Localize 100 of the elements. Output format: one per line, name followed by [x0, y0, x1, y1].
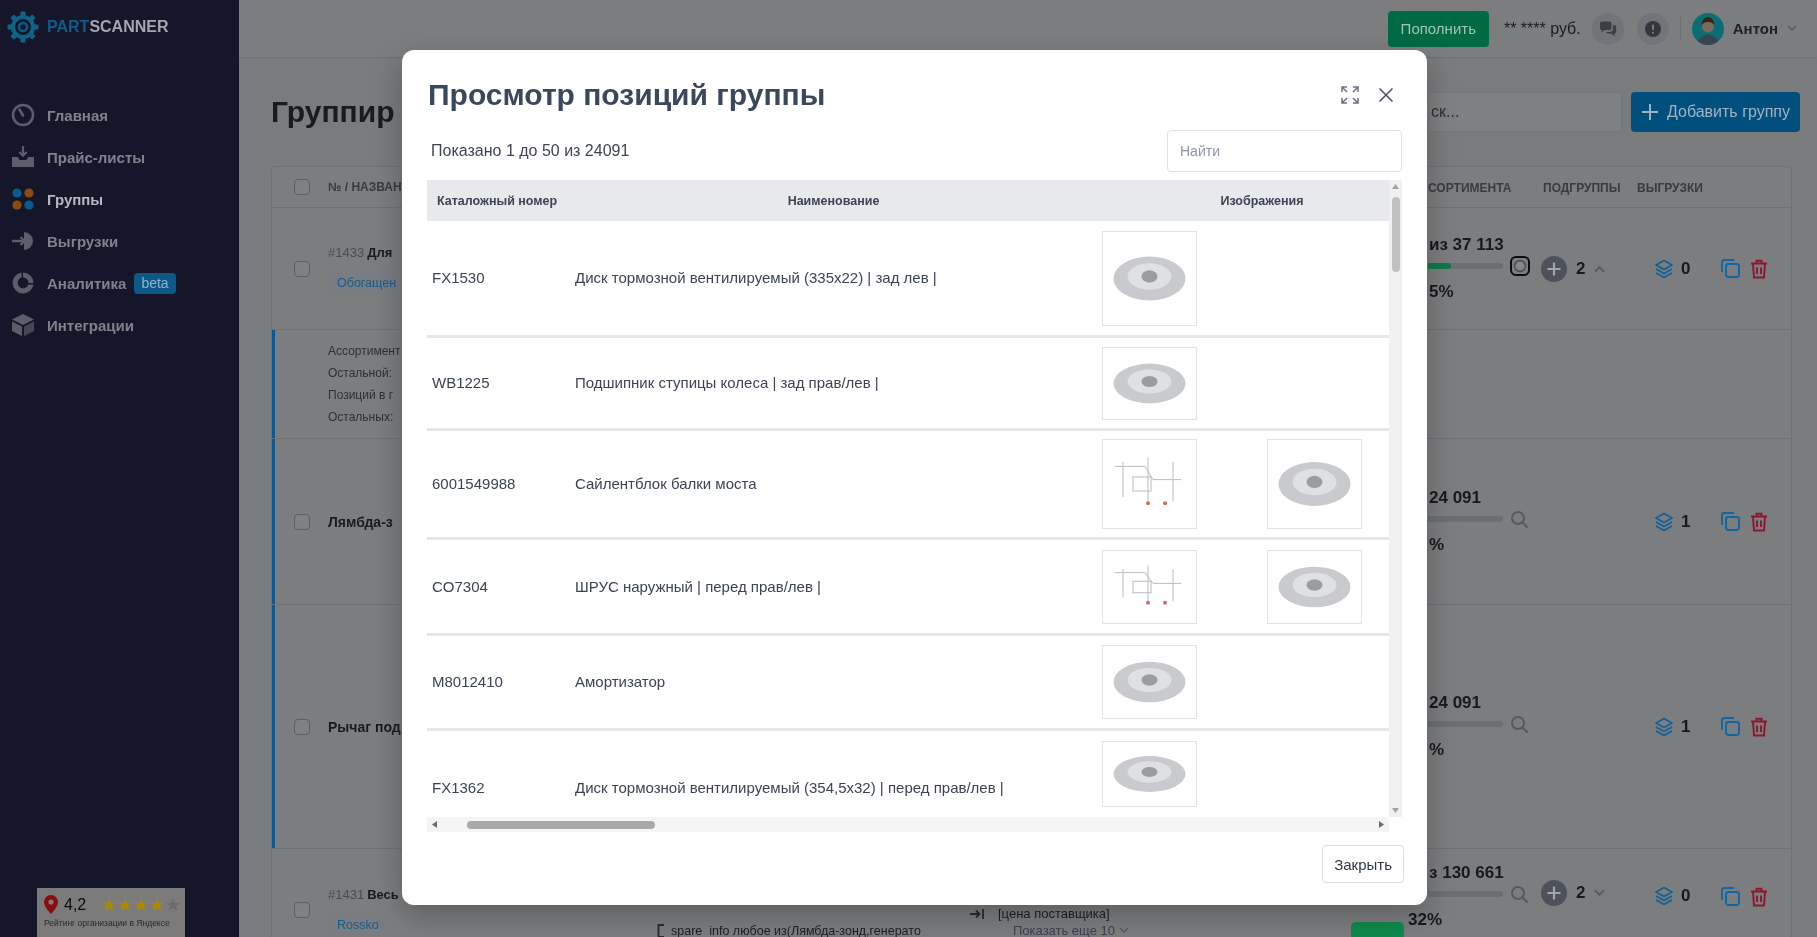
checkbox[interactable]: [294, 179, 310, 195]
trash-icon[interactable]: [1750, 716, 1768, 737]
chat-button[interactable]: [1591, 12, 1624, 45]
price-text: [цена поставщика]: [998, 907, 1110, 921]
column-header: ВЫГРУЗКИ: [1637, 181, 1703, 195]
copy-icon[interactable]: [1720, 258, 1741, 279]
catalog-number: FX1530: [431, 269, 486, 287]
alert-icon: [1644, 20, 1661, 37]
product-name: Амортизатор: [575, 673, 667, 691]
horizontal-scrollbar[interactable]: [427, 817, 1389, 832]
vertical-scrollbar[interactable]: [1389, 180, 1402, 817]
assortment-count: 24 091: [1429, 488, 1481, 507]
dialog-title: Просмотр позиций группы: [428, 77, 827, 113]
column-header: Каталожный номер: [437, 193, 558, 208]
export-count: 0: [1681, 886, 1691, 906]
close-button[interactable]: Закрыть: [1322, 845, 1404, 883]
column-header: Наименование: [787, 193, 880, 208]
trash-icon[interactable]: [1750, 258, 1768, 279]
product-name: Сайлентблок балки моста: [575, 475, 758, 493]
user-menu[interactable]: Антон: [1691, 12, 1797, 45]
plus-circle-icon[interactable]: [1541, 880, 1567, 906]
layers-icon[interactable]: [1654, 258, 1674, 279]
arrow-enter-icon: [11, 229, 35, 253]
nav-item[interactable]: Аналитика beta: [11, 266, 176, 300]
add-group-button[interactable]: Добавить группу: [1631, 92, 1800, 132]
page-title: Группир: [271, 94, 395, 130]
catalog-number: CO7304: [431, 577, 489, 596]
nav-item[interactable]: Интеграции: [11, 308, 134, 342]
copy-icon[interactable]: [1720, 716, 1741, 737]
subgroup-name: Лямбда-з: [328, 513, 393, 530]
column-header: № / НАЗВАН: [328, 180, 402, 194]
search-field[interactable]: ск...: [1430, 92, 1622, 132]
trash-icon[interactable]: [1750, 511, 1768, 532]
rule-text: spare_info любое из(Лямбда-зонд,генерато: [671, 924, 921, 937]
catalog-number: 6001549988: [431, 475, 517, 493]
star-icon: [134, 897, 149, 912]
catalog-number: M8012410: [431, 673, 504, 691]
nav-item[interactable]: Группы: [11, 182, 104, 216]
balance-text: ** **** руб.: [1503, 19, 1581, 38]
top-up-button[interactable]: Пополнить: [1387, 10, 1489, 47]
bracket-icon: [656, 924, 666, 937]
search-icon[interactable]: [1510, 509, 1528, 528]
star-icon: [118, 897, 133, 912]
expand-icon[interactable]: [1341, 86, 1359, 104]
checkbox[interactable]: [294, 902, 310, 918]
scroll-left-icon[interactable]: [432, 821, 437, 828]
group-tag: Rossko: [328, 914, 388, 936]
layers-icon[interactable]: [1654, 511, 1674, 532]
layers-icon[interactable]: [1654, 716, 1674, 737]
chevron-down-icon: [1118, 927, 1129, 934]
show-more-link[interactable]: Показать еще 10: [1013, 924, 1129, 937]
scroll-down-icon[interactable]: [1392, 808, 1399, 813]
assortment-count: 24 091: [1429, 693, 1481, 712]
checkbox[interactable]: [294, 513, 310, 530]
close-icon[interactable]: [1378, 87, 1394, 103]
checkbox[interactable]: [294, 718, 310, 735]
gear-icon: [7, 11, 39, 43]
assortment-percent: %: [1429, 739, 1445, 760]
chevron-down-icon[interactable]: [1594, 889, 1606, 897]
avatar-icon: [1691, 12, 1724, 45]
catalog-number: WB1225: [431, 374, 491, 392]
plus-icon: [1640, 103, 1659, 121]
checkbox[interactable]: [294, 260, 310, 277]
nav-item[interactable]: Прайс-листы: [11, 140, 146, 174]
donut-chart-icon: [11, 271, 35, 295]
catalog-number: FX1362: [431, 779, 486, 797]
search-icon[interactable]: [1510, 885, 1528, 903]
search-icon[interactable]: [1510, 714, 1528, 733]
nav-item[interactable]: Выгрузки: [11, 224, 119, 258]
scrollbar-thumb[interactable]: [1391, 197, 1400, 272]
arrow-to-bar-icon: [969, 908, 985, 920]
layers-icon[interactable]: [1654, 886, 1674, 906]
column-header: ПОДГРУППЫ: [1543, 181, 1621, 195]
chevron-down-icon: [1787, 25, 1797, 32]
product-name: Подшипник ступицы колеса | зад прав/лев |: [575, 374, 880, 392]
scroll-right-icon[interactable]: [1379, 821, 1384, 828]
assortment-count: з 130 661: [1429, 864, 1504, 882]
product-name: ШРУС наружный | перед прав/лев |: [575, 577, 822, 596]
alert-button[interactable]: [1636, 12, 1669, 45]
group-name: Для: [367, 244, 393, 262]
export-count: 0: [1681, 258, 1691, 279]
rating-caption: Рейтинг организации в Яндексе: [44, 918, 171, 928]
beta-badge: beta: [134, 272, 176, 294]
dots-icon: [11, 187, 35, 211]
chevron-up-icon[interactable]: [1594, 264, 1606, 273]
group-tag: Обогащен: [328, 272, 399, 294]
export-count: 1: [1681, 716, 1691, 737]
scrollbar-thumb[interactable]: [467, 820, 655, 829]
nav-item[interactable]: Главная: [11, 98, 108, 132]
column-header: Изображения: [1220, 193, 1304, 208]
copy-icon[interactable]: [1720, 511, 1741, 532]
copy-icon[interactable]: [1720, 886, 1741, 907]
group-name: Весь: [367, 886, 399, 904]
plus-circle-icon[interactable]: [1541, 255, 1567, 282]
focused-circle-button-icon[interactable]: [1510, 255, 1530, 276]
trash-icon[interactable]: [1750, 886, 1768, 907]
scroll-up-icon[interactable]: [1392, 184, 1399, 189]
detail-text: Ассортимент: [328, 343, 401, 360]
subgroup-name: Рычаг под: [328, 718, 401, 735]
chat-icon: [1598, 20, 1617, 37]
